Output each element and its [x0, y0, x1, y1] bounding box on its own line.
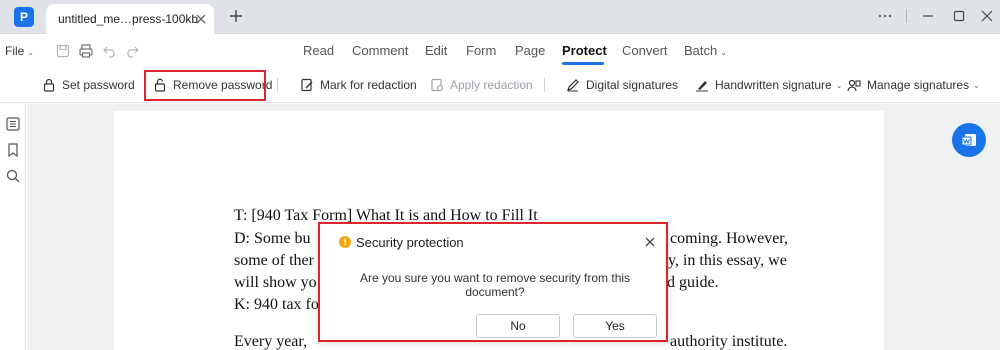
manage-signatures-icon: [847, 79, 861, 92]
apply-redaction-button[interactable]: Apply redaction: [430, 75, 533, 95]
left-sidebar: [0, 104, 26, 350]
pen-icon: [567, 79, 579, 92]
tab-form[interactable]: Form: [466, 43, 496, 58]
file-menu[interactable]: File ⌄: [5, 44, 34, 58]
chevron-down-icon: ⌄: [973, 80, 980, 90]
digital-signatures-label: Digital signatures: [586, 78, 679, 92]
word-icon: [961, 134, 976, 146]
convert-to-word-button[interactable]: [952, 123, 986, 157]
apply-redaction-label: Apply redaction: [450, 78, 533, 92]
remove-password-highlight: [144, 70, 266, 101]
toolbar-divider: [277, 78, 278, 92]
dialog-message: Are you sure you want to remove security…: [359, 271, 631, 299]
file-menu-label: File: [5, 44, 25, 58]
handwritten-signature-button[interactable]: Handwritten signature ⌄: [695, 75, 842, 95]
app-logo-icon: P: [14, 7, 34, 27]
menu-bar: File ⌄ Read Comment Edit Form Page Protec…: [0, 35, 1000, 67]
thumbnails-icon[interactable]: [5, 116, 21, 132]
tab-protect[interactable]: Protect: [562, 43, 607, 58]
yes-button[interactable]: Yes: [573, 314, 657, 338]
digital-signatures-button[interactable]: Digital signatures: [566, 75, 678, 95]
document-tab-title: untitled_me…press-100kb: [58, 12, 199, 26]
no-button[interactable]: No: [476, 314, 560, 338]
document-line: K: 940 tax fo: [234, 296, 319, 313]
tab-page[interactable]: Page: [515, 43, 545, 58]
active-tab-indicator: [562, 62, 604, 65]
maximize-icon[interactable]: [952, 9, 966, 23]
document-line: Every year,: [234, 333, 308, 350]
document-line-fragment: y, in this essay, we: [668, 252, 787, 269]
handwritten-signature-label: Handwritten signature: [715, 78, 832, 92]
dialog-title: Security protection: [356, 235, 464, 250]
tab-read[interactable]: Read: [303, 43, 334, 58]
document-line-fragment: authority institute.: [670, 333, 788, 350]
manage-signatures-label: Manage signatures: [867, 78, 970, 92]
print-icon[interactable]: [78, 43, 94, 59]
manage-signatures-button[interactable]: Manage signatures ⌄: [847, 75, 980, 95]
more-options-icon[interactable]: [878, 9, 892, 23]
security-protection-dialog: ! Security protection Are you sure you w…: [318, 222, 668, 342]
redaction-mark-icon: [301, 78, 313, 92]
mark-for-redaction-button[interactable]: Mark for redaction: [300, 75, 417, 95]
bookmark-icon[interactable]: [5, 142, 21, 158]
tab-batch-label: Batch: [684, 43, 718, 58]
apply-redaction-icon: [431, 78, 444, 92]
title-bar: P untitled_me…press-100kb: [0, 0, 1000, 34]
toolbar-divider: [544, 78, 545, 92]
undo-icon[interactable]: [102, 43, 118, 59]
fountain-pen-icon: [696, 81, 708, 92]
close-tab-icon[interactable]: [194, 12, 208, 26]
titlebar-divider: [906, 9, 907, 23]
search-icon[interactable]: [5, 168, 21, 184]
warning-icon: !: [339, 236, 351, 248]
document-line-fragment: coming. However,: [670, 230, 788, 247]
lock-icon: [43, 78, 55, 92]
chevron-down-icon: ⌄: [720, 48, 727, 57]
new-tab-icon[interactable]: [228, 8, 244, 24]
mark-for-redaction-label: Mark for redaction: [320, 78, 417, 92]
tab-batch[interactable]: Batch ⌄: [684, 43, 727, 58]
document-line-fragment: d guide.: [667, 274, 719, 291]
document-line: D: Some bu: [234, 230, 311, 247]
document-line: some of ther: [234, 252, 314, 269]
close-window-icon[interactable]: [980, 9, 994, 23]
set-password-label: Set password: [62, 78, 135, 92]
save-icon[interactable]: [55, 43, 71, 59]
chevron-down-icon: ⌄: [835, 80, 843, 90]
tab-convert[interactable]: Convert: [622, 43, 668, 58]
document-line: will show yo: [234, 274, 317, 291]
minimize-icon[interactable]: [921, 9, 935, 23]
document-tab[interactable]: untitled_me…press-100kb: [46, 4, 214, 34]
tab-comment[interactable]: Comment: [352, 43, 408, 58]
redo-icon[interactable]: [124, 43, 140, 59]
close-icon[interactable]: [644, 236, 656, 248]
tab-edit[interactable]: Edit: [425, 43, 447, 58]
chevron-down-icon: ⌄: [27, 48, 35, 57]
set-password-button[interactable]: Set password: [42, 75, 135, 95]
